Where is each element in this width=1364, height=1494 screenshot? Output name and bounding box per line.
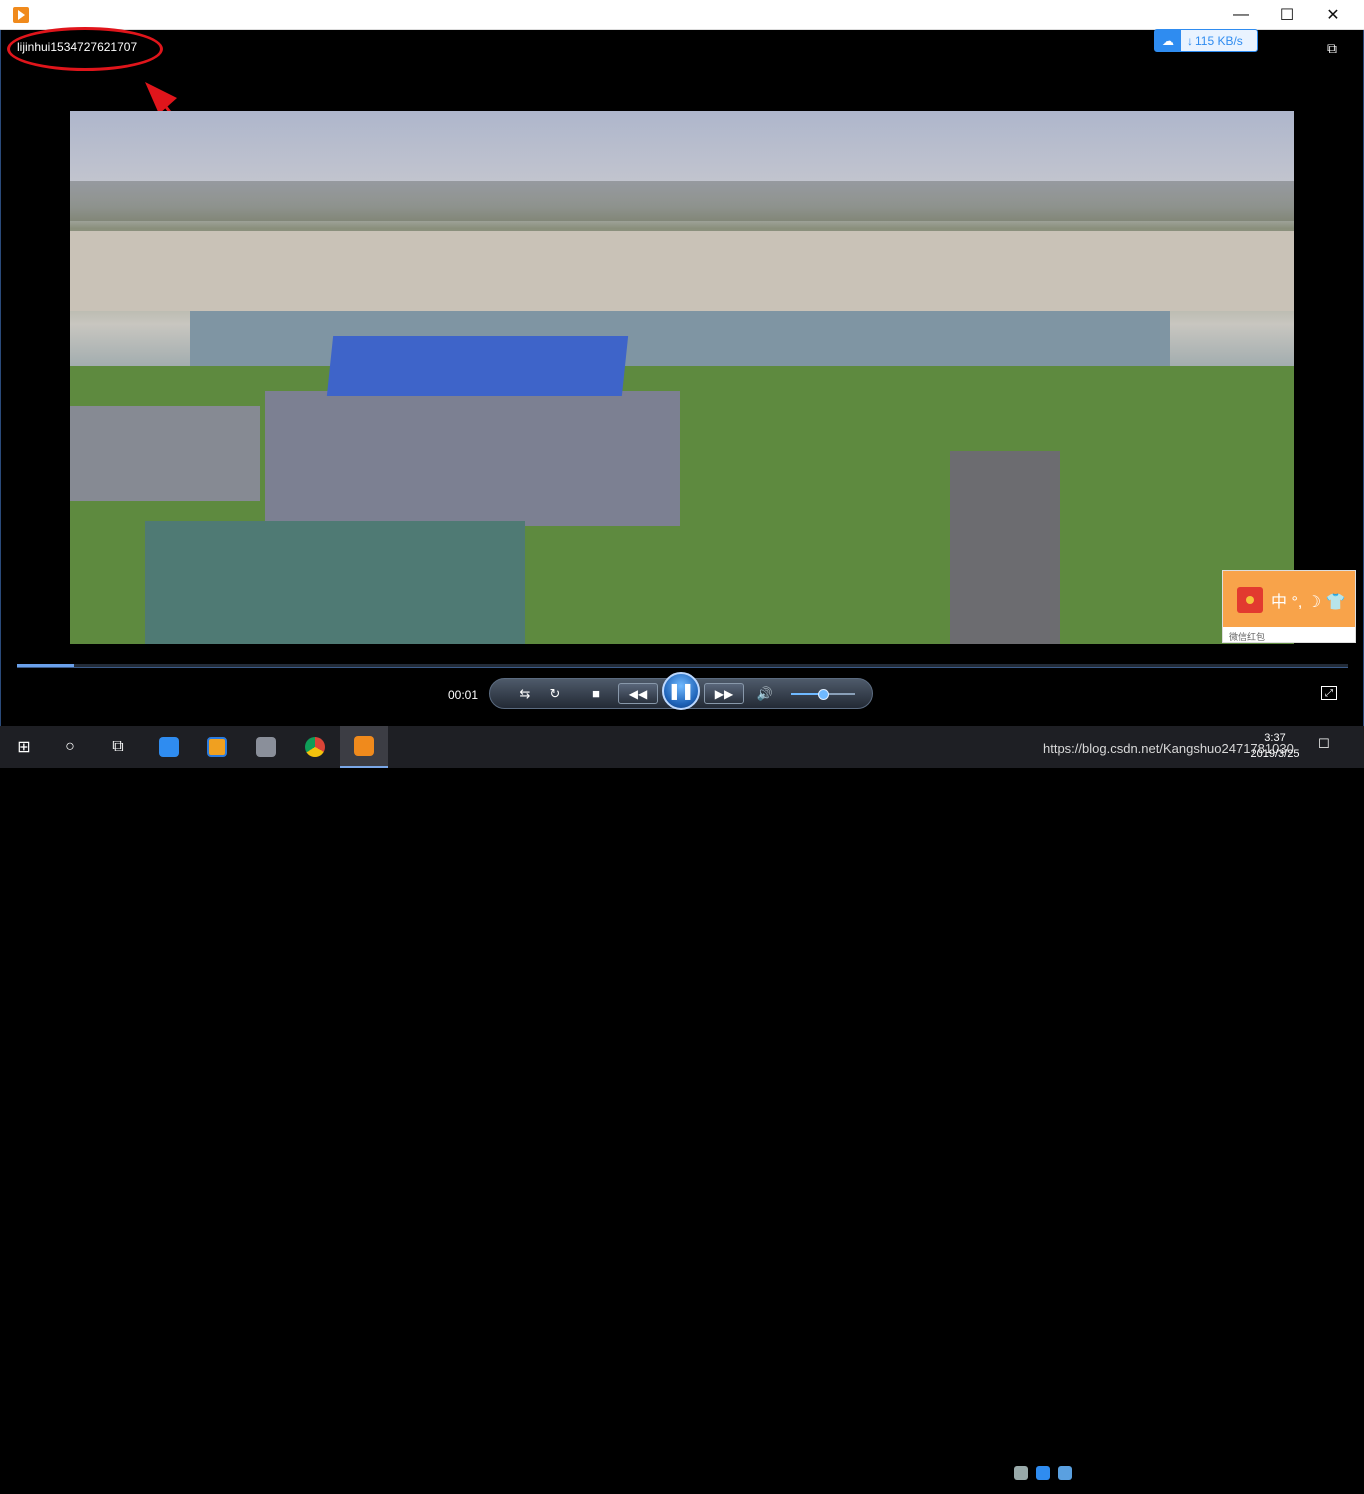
- download-speed-badge[interactable]: ☁ ↓ 115 KB/s: [1154, 29, 1258, 52]
- clock-date: 2019/3/25: [1250, 748, 1300, 760]
- maximize-button[interactable]: ☐: [1264, 0, 1310, 30]
- speed-arrow-icon: ↓: [1187, 33, 1193, 48]
- video-water-outlet: [145, 521, 525, 644]
- ime-status-text[interactable]: 中 °, ☽ 👕: [1271, 588, 1345, 612]
- player-area: lijinhui1534727621707 ☁ ↓ 115 KB/s ⧉ 中 °…: [0, 27, 1364, 726]
- media-player-icon: [354, 736, 374, 756]
- cloud-icon: ☁: [1155, 30, 1181, 51]
- ime-popup[interactable]: 中 °, ☽ 👕 微信红包: [1222, 570, 1356, 643]
- taskbar-app-two[interactable]: [193, 726, 241, 768]
- window-app-icon: [256, 737, 276, 757]
- taskbar-baidu-netdisk[interactable]: [145, 726, 193, 768]
- mini-mode-icon[interactable]: ⧉: [1327, 40, 1347, 56]
- video-annex-building: [70, 406, 260, 501]
- notification-icon[interactable]: ☐: [1318, 736, 1338, 756]
- media-player-app-icon: [13, 7, 29, 23]
- shuffle-button[interactable]: ⇆: [514, 679, 536, 708]
- window-titlebar: — ☐ ✕: [0, 0, 1364, 30]
- taskbar-media-player[interactable]: [340, 726, 388, 768]
- seek-bar-fill: [17, 664, 75, 667]
- volume-knob[interactable]: [818, 689, 829, 700]
- seek-bar[interactable]: [17, 664, 1348, 668]
- tray-shield-icon[interactable]: [1058, 1466, 1072, 1480]
- volume-slider[interactable]: [791, 689, 855, 700]
- taskbar-chrome[interactable]: [291, 726, 339, 768]
- red-packet-label: 微信红包: [1229, 632, 1266, 642]
- video-pump-station: [265, 391, 680, 526]
- box-app-icon: [207, 737, 227, 757]
- video-road: [950, 451, 1060, 644]
- chrome-icon: [305, 737, 325, 757]
- taskbar-app-three[interactable]: [242, 726, 290, 768]
- minimize-button[interactable]: —: [1218, 0, 1264, 30]
- tray-icon[interactable]: [1014, 1466, 1028, 1480]
- taskbar-clock[interactable]: 3:37 2019/3/25: [1240, 730, 1310, 762]
- annotation-circle: [7, 27, 163, 71]
- repeat-button[interactable]: ↻: [544, 679, 566, 708]
- download-speed-text: 115 KB/s: [1195, 33, 1243, 48]
- cloud-app-icon: [159, 737, 179, 757]
- close-button[interactable]: ✕: [1310, 0, 1356, 30]
- video-skyline: [70, 181, 1294, 221]
- fullscreen-button[interactable]: ⤢: [1321, 686, 1337, 700]
- volume-button[interactable]: 🔊: [754, 679, 776, 708]
- video-blue-roof: [326, 336, 629, 396]
- clock-time: 3:37: [1264, 732, 1286, 744]
- search-button[interactable]: ○: [46, 726, 94, 768]
- tray-cloud-icon[interactable]: [1036, 1466, 1050, 1480]
- task-view-button[interactable]: ⧉: [94, 726, 142, 768]
- elapsed-time: 00:01: [448, 688, 479, 702]
- stop-button[interactable]: ■: [585, 679, 607, 708]
- red-packet-icon[interactable]: [1237, 587, 1263, 613]
- system-tray: [1014, 1452, 1244, 1494]
- rewind-button[interactable]: ◀◀: [618, 683, 658, 704]
- pause-button[interactable]: ❚❚: [662, 672, 700, 710]
- taskbar: ⊞ ○ ⧉ https://blog.csdn.net/Kangshuo2471…: [0, 726, 1364, 1480]
- video-frame[interactable]: [70, 111, 1294, 644]
- forward-button[interactable]: ▶▶: [704, 683, 744, 704]
- start-button[interactable]: ⊞: [0, 726, 48, 768]
- video-field: [70, 231, 1294, 311]
